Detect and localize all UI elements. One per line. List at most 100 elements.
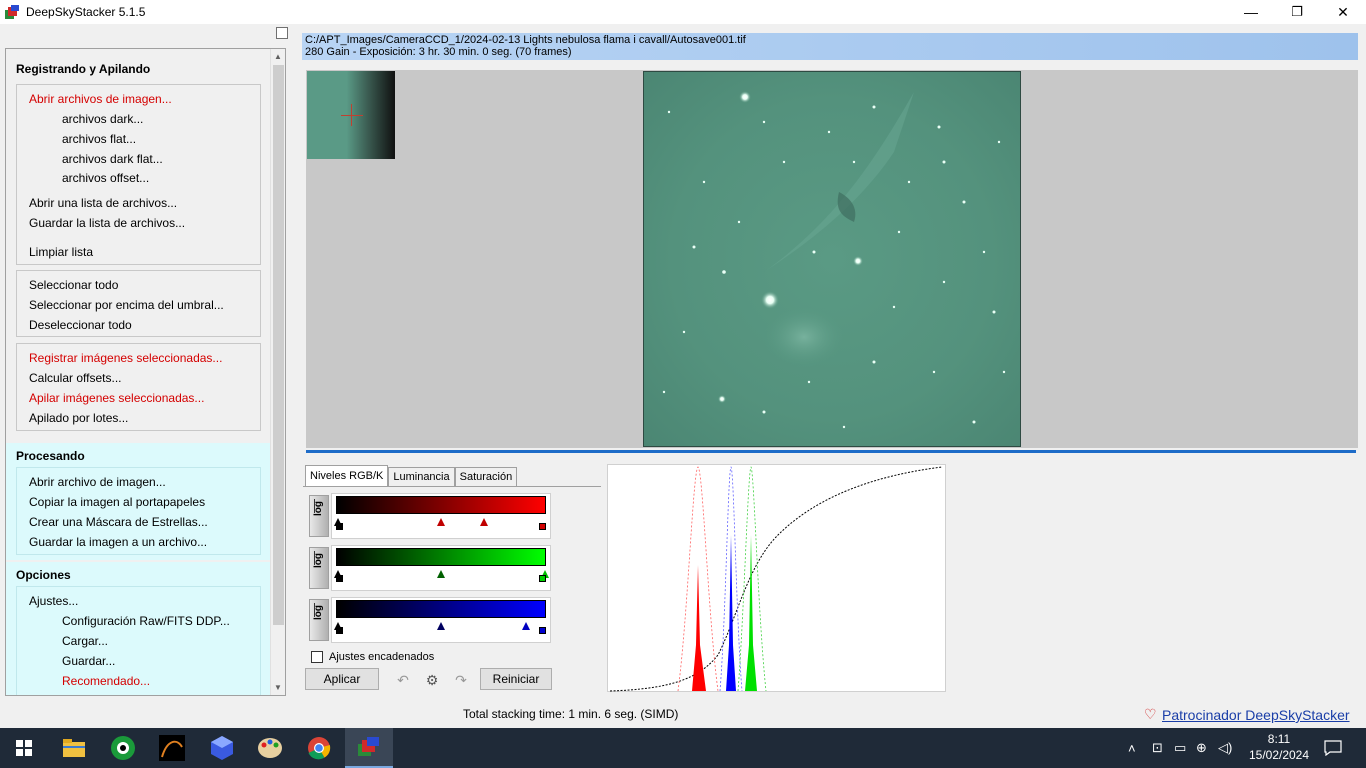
sponsor-link[interactable]: Patrocinador DeepSkyStacker — [1162, 707, 1350, 723]
green-log-toggle[interactable]: log — [309, 547, 329, 589]
crosshair-icon-vertical — [351, 104, 352, 126]
blue-white-marker[interactable] — [522, 622, 530, 630]
notifications-icon[interactable] — [1324, 728, 1342, 768]
red-log-toggle[interactable]: log — [309, 495, 329, 537]
recommended-settings-link[interactable]: Recomendado... — [62, 674, 150, 688]
blue-log-toggle[interactable]: log — [309, 599, 329, 641]
maximize-button[interactable]: ❐ — [1274, 0, 1320, 24]
green-white-square[interactable] — [539, 575, 546, 582]
tray-device-icon[interactable]: ⊡ — [1152, 740, 1168, 756]
linked-adjustments-label: Ajustes encadenados — [329, 651, 435, 663]
linked-adjustments-checkbox[interactable] — [311, 651, 323, 663]
open-image-file-link[interactable]: Abrir archivo de imagen... — [29, 475, 166, 489]
save-image-link[interactable]: Guardar la imagen a un archivo... — [29, 535, 207, 549]
save-settings-link[interactable]: Guardar... — [62, 654, 115, 668]
crosshair-icon — [341, 115, 363, 116]
settings-gear-icon[interactable]: ⚙ — [423, 672, 441, 688]
windows-taskbar: ˄ ⊡ ▭ ⊕ ◁) — [0, 728, 1366, 768]
open-file-list-link[interactable]: Abrir una lista de archivos... — [29, 196, 177, 210]
clock-time: 8:11 — [1267, 732, 1291, 746]
file-info-bar: C:/APT_Images/CameraCCD_1/2024-02-13 Lig… — [302, 33, 1358, 60]
scroll-up-icon[interactable]: ▲ — [274, 52, 282, 61]
raw-fits-ddp-settings-link[interactable]: Configuración Raw/FITS DDP... — [62, 614, 230, 628]
green-gradient-bar — [336, 548, 546, 566]
stack-selected-link[interactable]: Apilar imágenes seleccionadas... — [29, 391, 204, 405]
file-explorer-icon[interactable] — [50, 728, 98, 768]
dark-flat-files-link[interactable]: archivos dark flat... — [62, 152, 163, 166]
select-above-threshold-link[interactable]: Seleccionar por encima del umbral... — [29, 298, 224, 312]
stacking-time-status: Total stacking time: 1 min. 6 seg. (SIMD… — [463, 707, 679, 721]
deepskystacker-taskbar-icon[interactable] — [345, 728, 393, 768]
register-selected-link[interactable]: Registrar imágenes seleccionadas... — [29, 351, 222, 365]
close-button[interactable]: ✕ — [1320, 0, 1366, 24]
green-black-square — [336, 575, 343, 582]
red-level-row: log — [307, 493, 551, 539]
heart-icon: ♡ — [1144, 706, 1157, 722]
view-separator — [306, 450, 1356, 453]
tab-luminance[interactable]: Luminancia — [388, 467, 455, 487]
blue-midpoint-marker[interactable] — [437, 622, 445, 630]
create-star-mask-link[interactable]: Crear una Máscara de Estrellas... — [29, 515, 208, 529]
deepskystacker-app-icon — [4, 4, 20, 20]
histogram-graph — [609, 466, 943, 692]
app-curve-icon[interactable] — [148, 728, 196, 768]
dark-files-link[interactable]: archivos dark... — [62, 112, 143, 126]
window-title: DeepSkyStacker 5.1.5 — [26, 5, 146, 19]
blue-gradient-bar — [336, 600, 546, 618]
file-exposure-details: 280 Gain - Exposición: 3 hr. 30 min. 0 s… — [305, 46, 572, 58]
copy-to-clipboard-link[interactable]: Copiar la imagen al portapapeles — [29, 495, 205, 509]
compute-offsets-link[interactable]: Calcular offsets... — [29, 371, 121, 385]
nebula-image — [662, 91, 1006, 429]
app-eye-icon[interactable] — [99, 728, 147, 768]
stacked-astro-image[interactable] — [643, 71, 1021, 447]
tray-chevron-up-icon[interactable]: ˄ — [1128, 741, 1142, 756]
apply-button[interactable]: Aplicar — [305, 668, 379, 690]
taskbar-clock[interactable]: 8:11 15/02/2024 — [1248, 731, 1310, 763]
red-black-square — [336, 523, 343, 530]
blue-level-row: log — [307, 597, 551, 643]
section-title-processing: Procesando — [16, 449, 85, 463]
offset-files-link[interactable]: archivos offset... — [62, 171, 149, 185]
blue-white-square[interactable] — [539, 627, 546, 634]
red-midpoint-marker[interactable] — [437, 518, 445, 526]
chrome-icon[interactable] — [295, 728, 343, 768]
save-file-list-link[interactable]: Guardar la lista de archivos... — [29, 216, 185, 230]
title-bar: DeepSkyStacker 5.1.5 — ❐ ✕ — [0, 0, 1366, 24]
red-white-marker[interactable] — [480, 518, 488, 526]
tab-saturation[interactable]: Saturación — [454, 467, 518, 487]
section-title-registering: Registrando y Apilando — [16, 62, 151, 76]
undo-icon[interactable]: ↶ — [394, 672, 412, 688]
left-task-panel: Registrando y Apilando Procesando Opcion… — [5, 48, 286, 696]
green-midpoint-marker[interactable] — [437, 570, 445, 578]
open-image-files-link[interactable]: Abrir archivos de imagen... — [29, 92, 172, 106]
clock-date: 15/02/2024 — [1248, 748, 1310, 762]
tab-rgb-levels[interactable]: Niveles RGB/K — [305, 465, 389, 487]
red-gradient-bar — [336, 496, 546, 514]
histogram-panel — [607, 464, 946, 692]
flat-files-link[interactable]: archivos flat... — [62, 132, 136, 146]
file-path: C:/APT_Images/CameraCCD_1/2024-02-13 Lig… — [305, 34, 746, 46]
paint-icon[interactable] — [246, 728, 294, 768]
adjustment-tabs: Niveles RGB/K Luminancia Saturación — [305, 465, 518, 487]
network-globe-icon[interactable]: ⊕ — [1196, 740, 1212, 756]
battery-icon[interactable]: ▭ — [1174, 740, 1190, 756]
select-all-link[interactable]: Seleccionar todo — [29, 278, 118, 292]
deselect-all-link[interactable]: Deseleccionar todo — [29, 318, 132, 332]
reset-button[interactable]: Reiniciar — [480, 668, 552, 690]
scroll-thumb[interactable] — [273, 65, 284, 625]
red-white-square[interactable] — [539, 523, 546, 530]
scroll-down-icon[interactable]: ▼ — [274, 683, 282, 692]
minimize-button[interactable]: — — [1228, 0, 1274, 24]
load-settings-link[interactable]: Cargar... — [62, 634, 108, 648]
start-icon[interactable] — [0, 728, 48, 768]
batch-stacking-link[interactable]: Apilado por lotes... — [29, 411, 128, 425]
settings-link[interactable]: Ajustes... — [29, 594, 78, 608]
panel-restore-icon[interactable] — [276, 27, 288, 39]
left-panel-scrollbar[interactable]: ▲ ▼ — [270, 49, 285, 695]
app-cube-icon[interactable] — [198, 728, 246, 768]
task-list: Registrando y Apilando Procesando Opcion… — [6, 49, 271, 695]
volume-icon[interactable]: ◁) — [1218, 740, 1234, 756]
redo-icon[interactable]: ↷ — [452, 672, 470, 688]
clear-list-link[interactable]: Limpiar lista — [29, 245, 93, 259]
section-title-options: Opciones — [16, 568, 71, 582]
